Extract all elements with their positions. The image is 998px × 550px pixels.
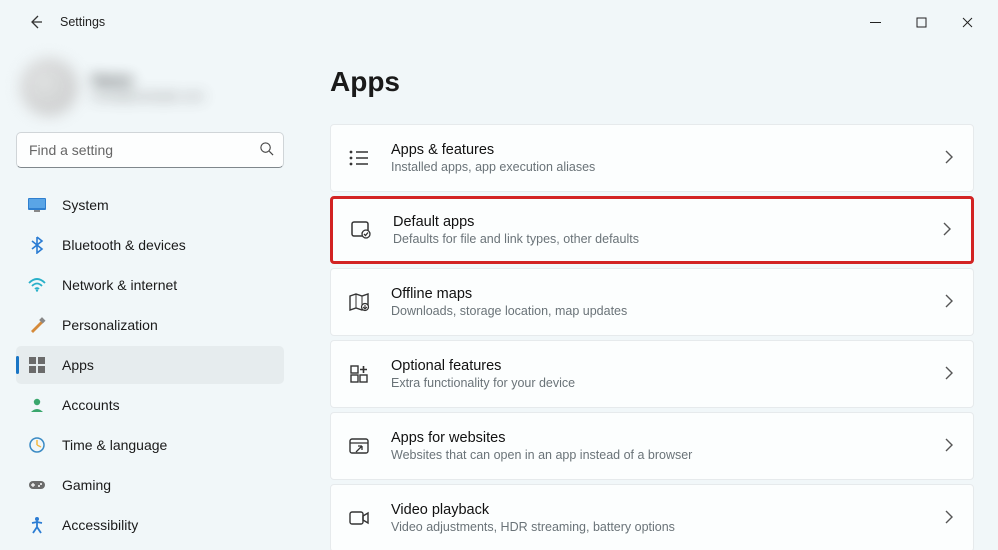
card-sub: Extra functionality for your device: [391, 376, 925, 390]
chevron-right-icon: [945, 366, 953, 383]
card-optional-features[interactable]: Optional features Extra functionality fo…: [330, 340, 974, 408]
sidebar-item-label: Apps: [62, 357, 94, 373]
maximize-icon: [916, 17, 927, 28]
settings-cards: Apps & features Installed apps, app exec…: [330, 124, 974, 550]
chevron-right-icon: [945, 150, 953, 167]
minimize-button[interactable]: [852, 6, 898, 38]
window-title: Settings: [60, 15, 105, 29]
sidebar-item-system[interactable]: System: [16, 186, 284, 224]
profile-name: Name: [92, 72, 204, 89]
chevron-right-icon: [945, 294, 953, 311]
sidebar-item-label: Accounts: [62, 397, 120, 413]
clock-globe-icon: [28, 436, 46, 454]
main-content: Apps Apps & features Installed apps, app…: [300, 44, 998, 550]
search-box[interactable]: [16, 132, 284, 168]
video-icon: [347, 506, 371, 530]
wifi-icon: [28, 276, 46, 294]
page-title: Apps: [330, 66, 974, 98]
close-icon: [962, 17, 973, 28]
bluetooth-icon: [28, 236, 46, 254]
profile-block[interactable]: Name email@example.com: [20, 58, 284, 116]
card-sub: Websites that can open in an app instead…: [391, 448, 925, 462]
apps-icon: [28, 356, 46, 374]
brush-icon: [28, 316, 46, 334]
chevron-right-icon: [945, 510, 953, 527]
sidebar-item-label: Time & language: [62, 437, 167, 453]
card-apps-features[interactable]: Apps & features Installed apps, app exec…: [330, 124, 974, 192]
sidebar-item-gaming[interactable]: Gaming: [16, 466, 284, 504]
sidebar-item-label: Network & internet: [62, 277, 177, 293]
card-title: Apps & features: [391, 142, 925, 158]
card-sub: Defaults for file and link types, other …: [393, 232, 923, 246]
sidebar-item-personalization[interactable]: Personalization: [16, 306, 284, 344]
sidebar-item-label: Personalization: [62, 317, 158, 333]
sidebar-item-accounts[interactable]: Accounts: [16, 386, 284, 424]
card-sub: Downloads, storage location, map updates: [391, 304, 925, 318]
sidebar-item-label: Gaming: [62, 477, 111, 493]
card-sub: Video adjustments, HDR streaming, batter…: [391, 520, 925, 534]
accounts-icon: [28, 396, 46, 414]
minimize-icon: [870, 17, 881, 28]
card-title: Default apps: [393, 214, 923, 230]
sidebar-item-label: System: [62, 197, 109, 213]
card-title: Optional features: [391, 358, 925, 374]
card-offline-maps[interactable]: Offline maps Downloads, storage location…: [330, 268, 974, 336]
sidebar-item-network[interactable]: Network & internet: [16, 266, 284, 304]
profile-sub: email@example.com: [92, 89, 204, 103]
maximize-button[interactable]: [898, 6, 944, 38]
default-apps-icon: [349, 218, 373, 242]
apps-websites-icon: [347, 434, 371, 458]
back-button[interactable]: [20, 6, 52, 38]
close-button[interactable]: [944, 6, 990, 38]
sidebar-item-apps[interactable]: Apps: [16, 346, 284, 384]
titlebar: Settings: [0, 0, 998, 44]
sidebar-item-time[interactable]: Time & language: [16, 426, 284, 464]
arrow-left-icon: [28, 14, 44, 30]
sidebar-item-bluetooth[interactable]: Bluetooth & devices: [16, 226, 284, 264]
search-icon: [259, 141, 274, 159]
nav-list: System Bluetooth & devices Network & int…: [16, 186, 284, 544]
card-video-playback[interactable]: Video playback Video adjustments, HDR st…: [330, 484, 974, 550]
avatar: [20, 58, 78, 116]
sidebar-item-label: Accessibility: [62, 517, 138, 533]
sidebar: Name email@example.com System Bluetoot: [0, 44, 300, 550]
sidebar-item-label: Bluetooth & devices: [62, 237, 186, 253]
chevron-right-icon: [945, 438, 953, 455]
card-apps-websites[interactable]: Apps for websites Websites that can open…: [330, 412, 974, 480]
chevron-right-icon: [943, 222, 951, 239]
search-input[interactable]: [16, 132, 284, 168]
card-title: Offline maps: [391, 286, 925, 302]
card-title: Apps for websites: [391, 430, 925, 446]
gaming-icon: [28, 476, 46, 494]
card-sub: Installed apps, app execution aliases: [391, 160, 925, 174]
list-icon: [347, 146, 371, 170]
system-icon: [28, 196, 46, 214]
window-controls: [852, 6, 990, 38]
optional-features-icon: [347, 362, 371, 386]
map-icon: [347, 290, 371, 314]
card-title: Video playback: [391, 502, 925, 518]
card-default-apps[interactable]: Default apps Defaults for file and link …: [330, 196, 974, 264]
accessibility-icon: [28, 516, 46, 534]
sidebar-item-accessibility[interactable]: Accessibility: [16, 506, 284, 544]
